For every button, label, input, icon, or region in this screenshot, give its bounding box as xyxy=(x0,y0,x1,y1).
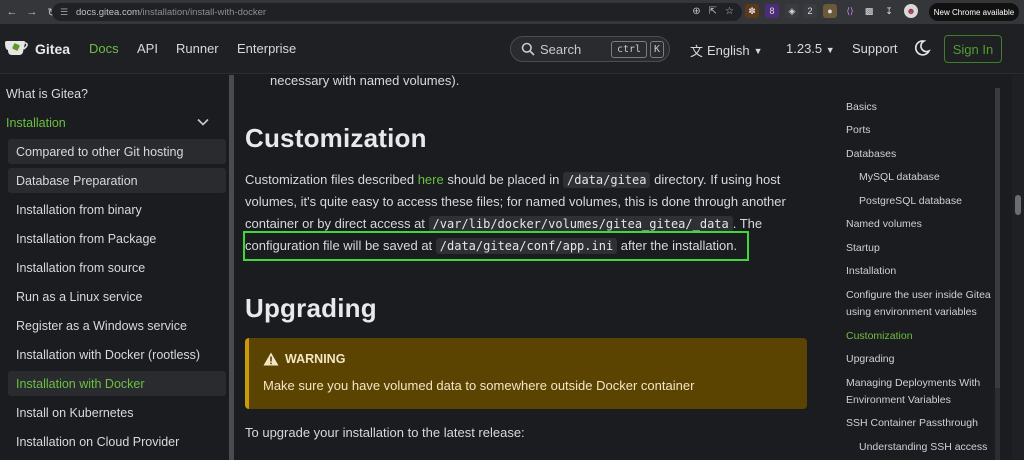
sidebar-item-installation[interactable]: Installation xyxy=(0,110,218,135)
profile-avatar[interactable]: ☻ xyxy=(904,4,918,18)
sidebar-item-label: Installation xyxy=(6,115,66,130)
new-chrome-available-button[interactable]: New Chrome available xyxy=(929,3,1019,21)
chevron-down-icon: ▼ xyxy=(753,45,763,56)
extension-badge-icon[interactable]: 8 xyxy=(765,4,779,18)
search-label: Search xyxy=(540,42,582,57)
theme-toggle-moon-icon[interactable] xyxy=(913,39,931,57)
extension-egg-icon[interactable]: ● xyxy=(823,4,837,18)
toc-databases[interactable]: Databases xyxy=(846,146,896,163)
sidebar-item-cloud-provider[interactable]: Installation on Cloud Provider xyxy=(8,429,226,454)
warning-text: Make sure you have volumed data to somew… xyxy=(263,378,695,393)
version-label: 1.23.5 xyxy=(786,41,823,56)
kbd-ctrl: ctrl xyxy=(611,41,647,58)
translate-icon: 文 xyxy=(690,44,704,59)
zoom-icon[interactable]: ⊕ xyxy=(692,6,700,17)
toc-mysql[interactable]: MySQL database xyxy=(859,169,940,186)
heading-customization: Customization xyxy=(245,123,427,153)
toc-named-volumes[interactable]: Named volumes xyxy=(846,216,922,233)
toc-scrollbar-thumb[interactable] xyxy=(995,88,1000,388)
extension-icon[interactable]: ✽ xyxy=(745,4,759,18)
nav-runner[interactable]: Runner xyxy=(176,41,219,56)
sidebar-item-docker[interactable]: Installation with Docker xyxy=(8,371,226,396)
share-icon[interactable]: ⇱ xyxy=(709,6,717,17)
sidebar-item-linux-service[interactable]: Run as a Linux service xyxy=(8,284,226,309)
table-of-contents: Basics Ports Databases MySQL database Po… xyxy=(836,75,1004,460)
warning-admonition: WARNING Make sure you have volumed data … xyxy=(245,338,807,409)
version-dropdown[interactable]: 1.23.5 ▼ xyxy=(786,41,835,56)
sidebar-item-what-is-gitea[interactable]: What is Gitea? xyxy=(0,81,218,106)
kbd-k: K xyxy=(650,41,664,58)
sidebar-item-from-package[interactable]: Installation from Package xyxy=(8,226,226,251)
code-volume-path: /var/lib/docker/volumes/gitea_gitea/_dat… xyxy=(428,216,733,232)
sidebar-item-kubernetes[interactable]: Install on Kubernetes xyxy=(8,400,226,425)
search-icon xyxy=(521,42,535,56)
nav-support[interactable]: Support xyxy=(852,41,898,56)
site-header: Gitea Docs API Runner Enterprise Search … xyxy=(0,24,1024,74)
sidebar-item-from-source[interactable]: Installation from source xyxy=(8,255,226,280)
previous-paragraph: necessary with named volumes). xyxy=(270,75,460,88)
browser-toolbar: ← → ↻ ☰ docs.gitea.com/installation/inst… xyxy=(0,0,1024,24)
toc-ports[interactable]: Ports xyxy=(846,122,871,139)
code-data-gitea: /data/gitea xyxy=(563,172,651,188)
chevron-down-icon[interactable] xyxy=(196,115,210,129)
toc-configure-user-2[interactable]: using environment variables xyxy=(846,304,977,321)
docs-sidebar: What is Gitea? Installation Compared to … xyxy=(0,75,228,460)
warning-triangle-icon xyxy=(263,352,279,366)
extensions-puzzle-icon[interactable]: ▩ xyxy=(862,4,876,18)
extension-code-icon[interactable]: ⟨⟩ xyxy=(843,4,857,18)
search-button[interactable]: Search ctrl K xyxy=(510,36,670,62)
heading-upgrading: Upgrading xyxy=(245,293,377,323)
sign-in-button[interactable]: Sign In xyxy=(944,35,1002,63)
toc-managing-deployments[interactable]: Managing Deployments With xyxy=(846,375,980,392)
sidebar-item-docker-rootless[interactable]: Installation with Docker (rootless) xyxy=(8,342,226,367)
sidebar-item-from-binary[interactable]: Installation from binary xyxy=(8,197,226,222)
forward-icon[interactable]: → xyxy=(24,4,40,20)
language-label: English xyxy=(707,43,750,58)
toc-installation[interactable]: Installation xyxy=(846,263,896,280)
toc-postgresql[interactable]: PostgreSQL database xyxy=(859,193,962,210)
address-url: docs.gitea.com/installation/install-with… xyxy=(76,6,267,18)
toc-ssh-access[interactable]: Understanding SSH access xyxy=(859,439,987,456)
sidebar-item-windows-service[interactable]: Register as a Windows service xyxy=(8,313,226,338)
bookmark-star-icon[interactable]: ☆ xyxy=(725,6,734,17)
upgrade-intro: To upgrade your installation to the late… xyxy=(245,425,525,440)
gitea-logo-icon[interactable] xyxy=(4,38,28,58)
toc-startup[interactable]: Startup xyxy=(846,240,880,257)
sidebar-item-compared[interactable]: Compared to other Git hosting xyxy=(8,139,226,164)
toc-upgrading[interactable]: Upgrading xyxy=(846,351,894,368)
page-scrollbar-track[interactable] xyxy=(1012,75,1024,460)
warning-title: WARNING xyxy=(263,352,345,366)
download-icon[interactable]: ↧ xyxy=(882,4,896,18)
extension-icon-2[interactable]: ◈ xyxy=(785,4,799,18)
language-dropdown[interactable]: 文 English ▼ xyxy=(690,41,763,60)
main-content: necessary with named volumes). Customiza… xyxy=(234,75,834,460)
toc-ssh-passthrough[interactable]: SSH Container Passthrough xyxy=(846,415,978,432)
toc-basics[interactable]: Basics xyxy=(846,99,877,116)
site-info-icon[interactable]: ☰ xyxy=(60,7,72,18)
highlight-box xyxy=(243,231,749,261)
extension-badge-2-icon[interactable]: 2 xyxy=(803,4,817,18)
here-link[interactable]: here xyxy=(418,172,444,187)
toc-configure-user[interactable]: Configure the user inside Gitea xyxy=(846,287,991,304)
nav-docs[interactable]: Docs xyxy=(89,41,119,56)
brand-name[interactable]: Gitea xyxy=(35,41,70,57)
sidebar-item-database-preparation[interactable]: Database Preparation xyxy=(8,168,226,193)
chevron-down-icon: ▼ xyxy=(825,45,835,55)
page-scrollbar-thumb[interactable] xyxy=(1015,195,1021,215)
back-icon[interactable]: ← xyxy=(4,4,20,20)
nav-enterprise[interactable]: Enterprise xyxy=(237,41,296,56)
address-bar[interactable]: ☰ docs.gitea.com/installation/install-wi… xyxy=(52,3,742,21)
toc-customization[interactable]: Customization xyxy=(846,328,913,345)
toc-managing-deployments-2[interactable]: Environment Variables xyxy=(846,392,951,409)
nav-api[interactable]: API xyxy=(137,41,158,56)
